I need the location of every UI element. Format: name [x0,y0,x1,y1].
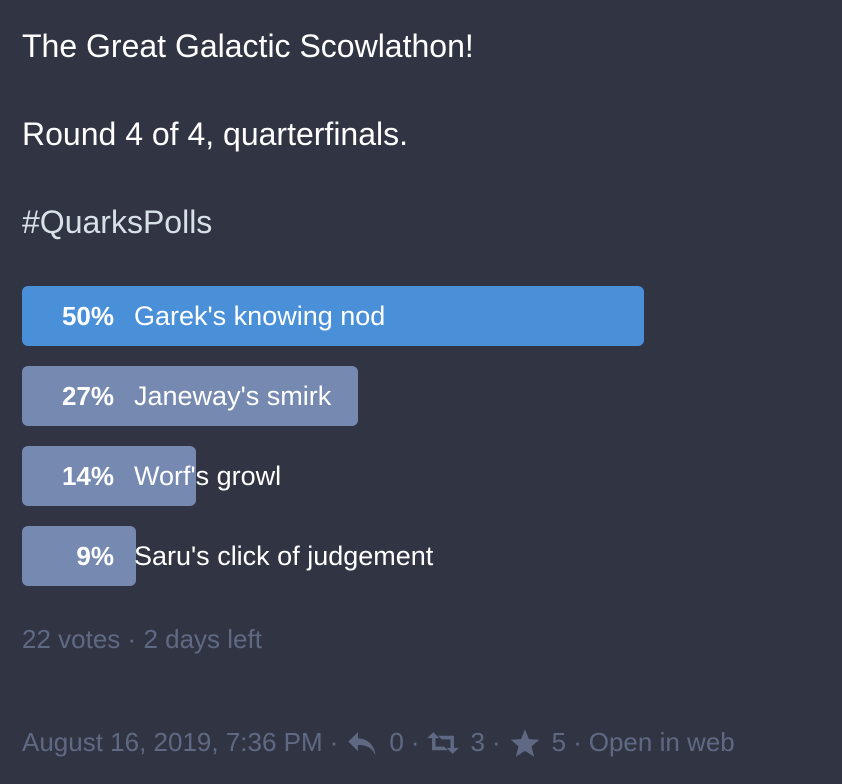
poll-option[interactable]: 9% Saru's click of judgement [22,526,822,586]
poll-votes: 22 votes [22,624,121,654]
status-text-round: Round 4 of 4, quarterfinals. [22,116,409,152]
poll-option-label: Saru's click of judgement [134,541,434,571]
poll-percent: 27% [61,381,114,411]
separator: · [573,727,582,757]
poll-option-label: Janeway's smirk [134,381,332,411]
boost-icon-svg [427,731,460,754]
status-text-title: The Great Galactic Scowlathon! [22,28,474,64]
poll-option[interactable]: 14% Worf's growl [22,446,822,506]
poll-time-left: 2 days left [143,624,262,654]
separator: · [329,727,339,757]
separator: · [410,727,420,757]
boost-icon[interactable] [426,728,460,758]
star-icon[interactable] [508,728,542,758]
poll-option-label: Worf's growl [134,461,282,491]
favourite-count: 5 [551,727,567,757]
status-meta: August 16, 2019, 7:36 PM · 0 · 3 · 5 · O… [22,727,735,758]
poll-option[interactable]: 50% Garek's knowing nod [22,286,822,346]
poll: 50% Garek's knowing nod 27% Janeway's sm… [22,286,822,606]
poll-option-label: Garek's knowing nod [134,301,386,331]
boost-count: 3 [470,727,485,757]
poll-percent: 50% [61,301,114,331]
hashtag-link[interactable]: #QuarksPolls [22,202,212,242]
status-card: The Great Galactic Scowlathon! Round 4 o… [0,0,842,784]
separator: · [127,624,137,654]
poll-option[interactable]: 27% Janeway's smirk [22,366,822,426]
reply-count: 0 [389,727,404,757]
reply-icon[interactable] [345,728,379,758]
star-icon-svg [510,728,539,757]
poll-percent: 14% [61,461,114,491]
open-in-web-link[interactable]: Open in web [589,727,735,758]
status-date[interactable]: August 16, 2019, 7:36 PM [22,727,323,758]
poll-percent: 9% [76,541,114,571]
poll-footer: 22 votes · 2 days left [22,624,262,655]
separator: · [491,727,501,757]
reply-icon-svg [348,731,376,755]
